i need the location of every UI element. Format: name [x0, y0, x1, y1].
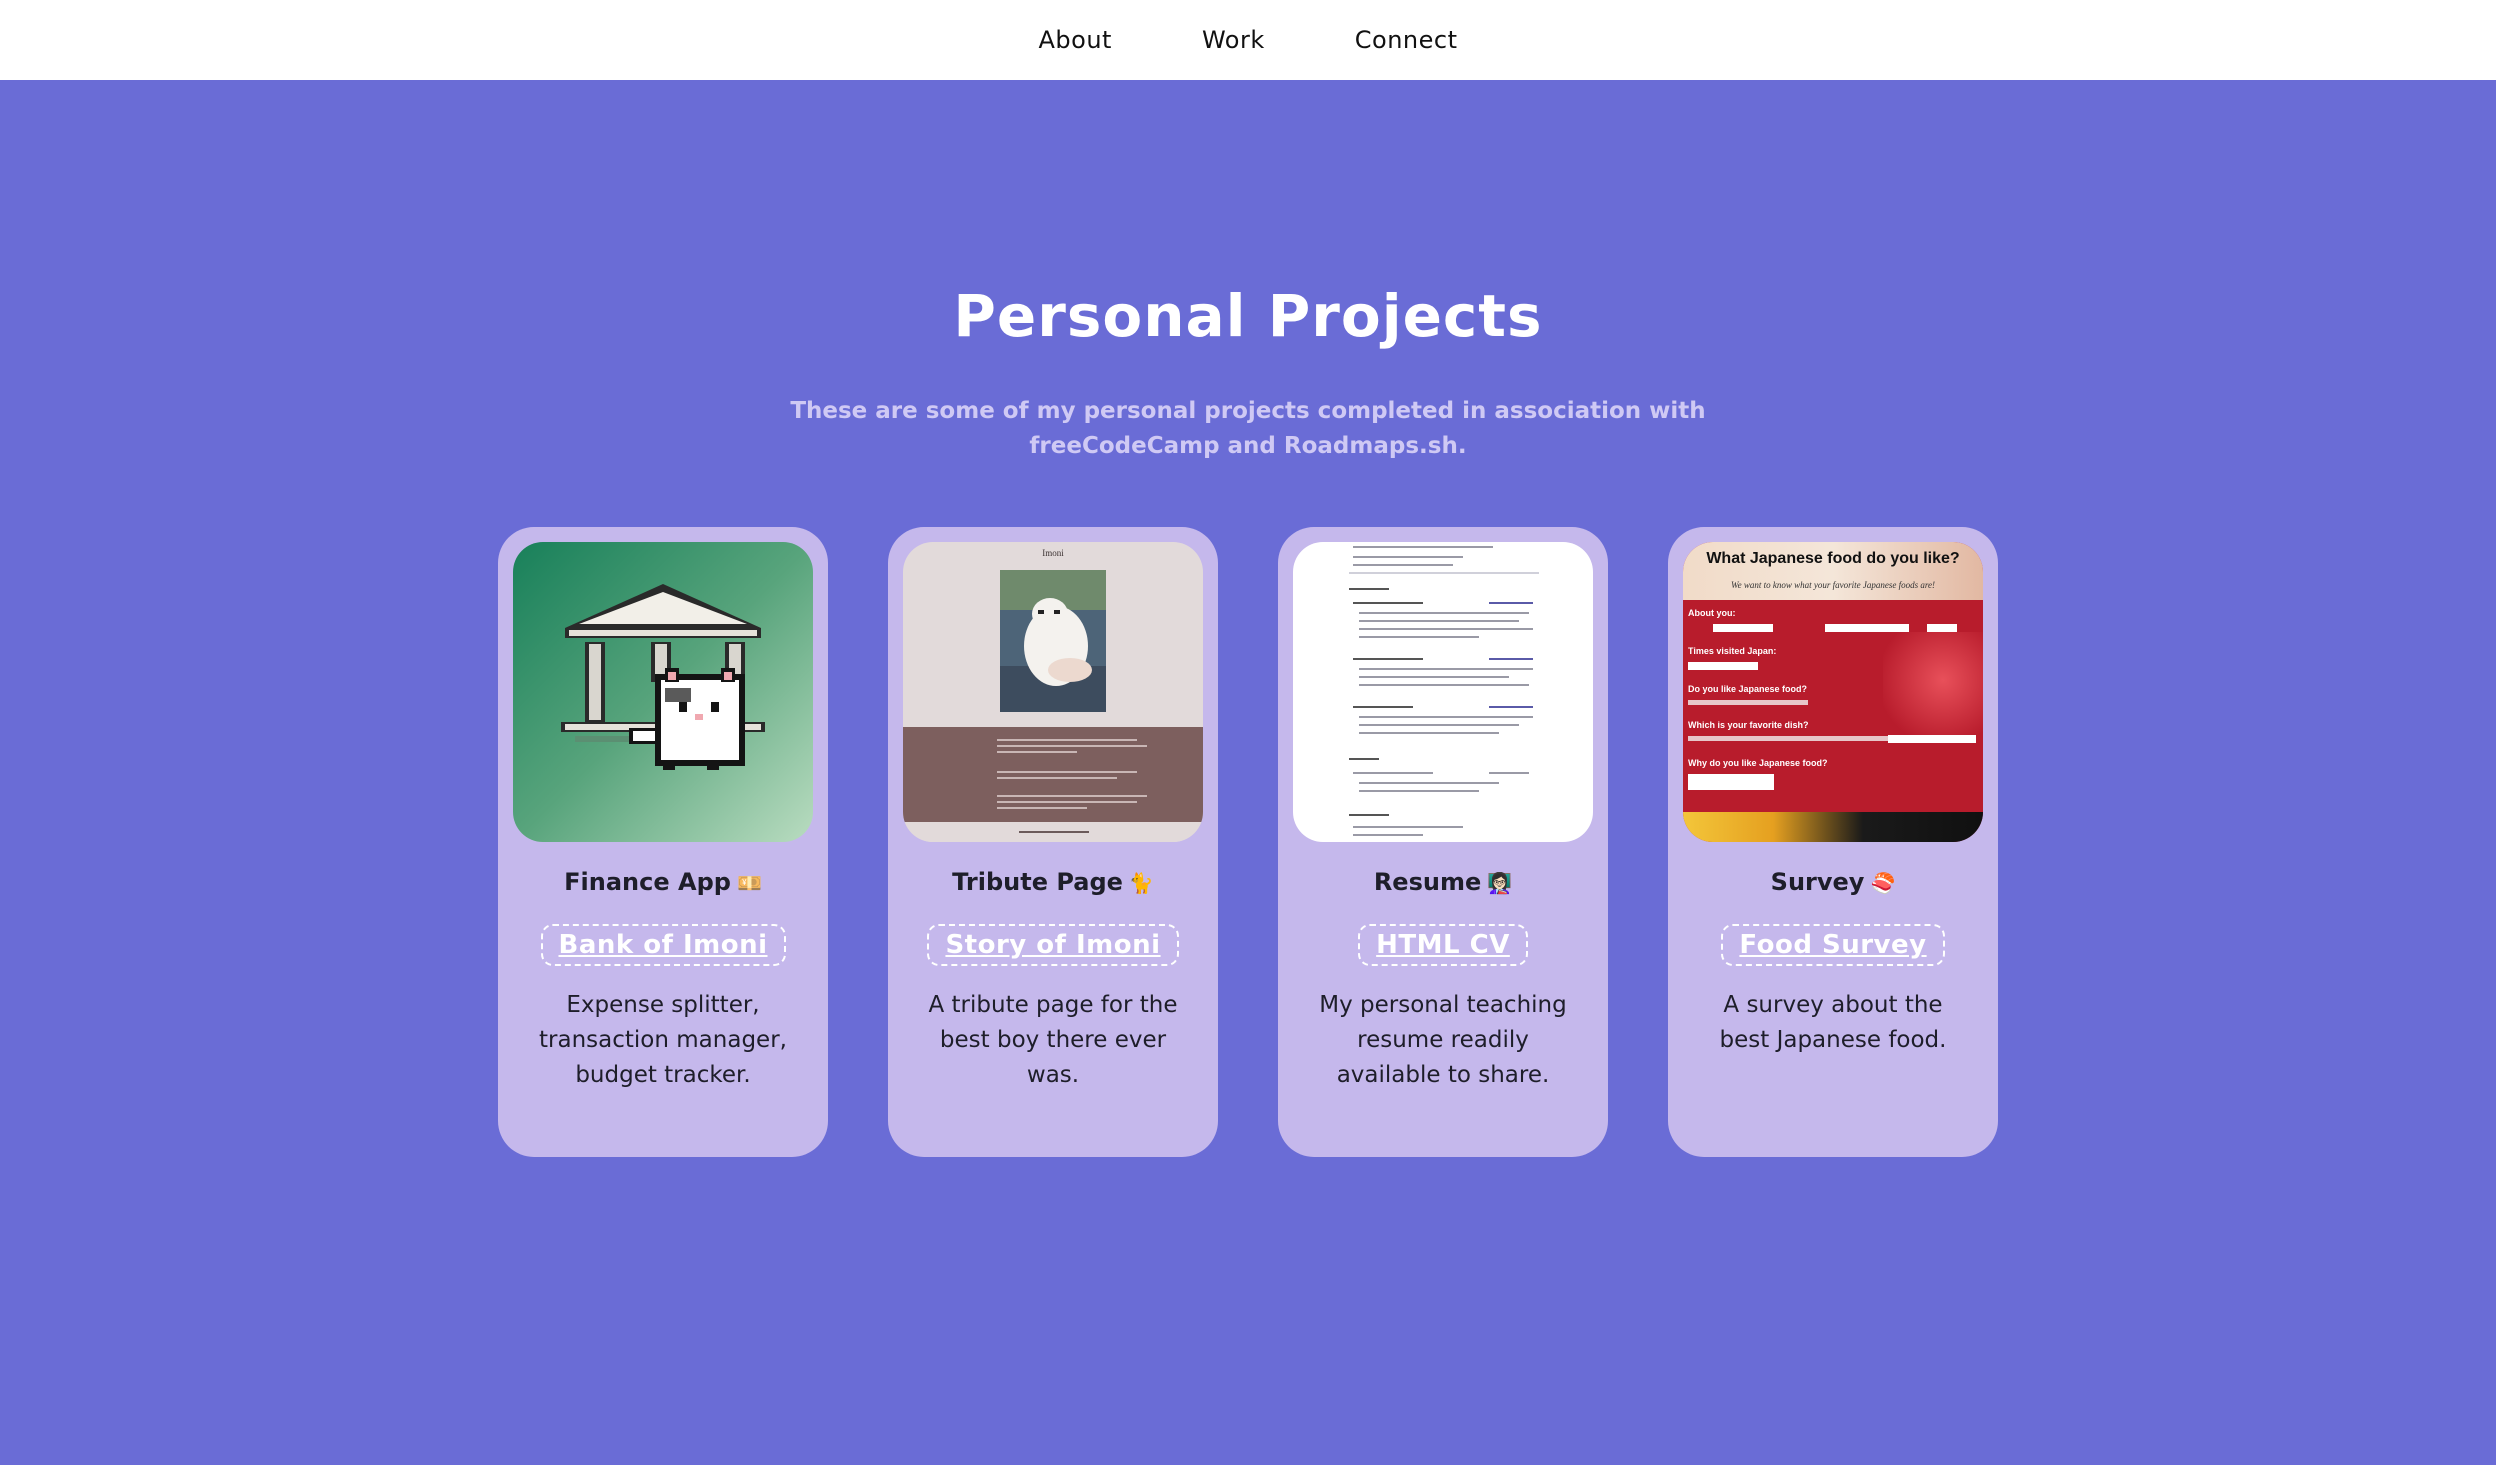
thumb-label: Times visited Japan: [1688, 646, 1777, 656]
section-subtitle: These are some of my personal projects c… [790, 398, 1706, 459]
tribute-timeline [903, 727, 1203, 822]
tribute-page-screenshot: Imoni [903, 542, 1203, 842]
thumb-label: Why do you like Japanese food? [1688, 758, 1828, 768]
project-card-tribute: Imoni Tribute Page 🐈 Story of Imoni A tr… [888, 527, 1218, 1157]
section-title: Personal Projects [953, 282, 1543, 350]
project-name-text: Resume [1373, 868, 1482, 896]
thumb-label: Do you like Japanese food? [1688, 684, 1808, 694]
cat-icon: 🐈 [1128, 871, 1154, 895]
sushi-icon: 🍣 [1870, 871, 1896, 895]
project-name: Resume 👩🏻‍🏫 [1293, 868, 1593, 896]
cat-photo [1000, 570, 1106, 712]
project-name: Tribute Page 🐈 [903, 868, 1203, 896]
thumb-subheading: We want to know what your favorite Japan… [1730, 580, 1936, 590]
project-link-html-cv[interactable]: HTML CV [1358, 924, 1528, 966]
nav-link-connect[interactable]: Connect [1355, 26, 1458, 54]
pixel-bank-cat-image [561, 584, 765, 770]
project-link-bank-of-imoni[interactable]: Bank of Imoni [540, 924, 786, 966]
project-name-text: Survey [1770, 868, 1865, 896]
pixel-bank-cat-icon [513, 542, 813, 842]
project-link-food-survey[interactable]: Food Survey [1721, 924, 1945, 966]
project-name: Finance App 💴 [513, 868, 813, 896]
project-card-finance: Finance App 💴 Bank of Imoni Expense split… [498, 527, 828, 1157]
project-name: Survey 🍣 [1683, 868, 1983, 896]
teacher-icon: 👩🏻‍🏫 [1487, 871, 1513, 895]
yen-banknote-icon: 💴 [736, 871, 762, 895]
project-description: A tribute page for the best boy there ev… [928, 992, 1178, 1088]
top-nav: About Work Connect [0, 0, 2496, 80]
nav-link-work[interactable]: Work [1202, 26, 1265, 54]
project-card-resume: Resume 👩🏻‍🏫 HTML CV My personal teaching … [1278, 527, 1608, 1157]
thumb-label: Which is your favorite dish? [1688, 720, 1809, 730]
project-description: Expense splitter, transaction manager, b… [539, 992, 787, 1088]
project-description: A survey about the best Japanese food. [1719, 992, 1947, 1053]
project-card-survey: What Japanese food do you like? We want … [1668, 527, 1998, 1157]
project-description: My personal teaching resume readily avai… [1319, 992, 1567, 1088]
survey-page-screenshot: What Japanese food do you like? We want … [1683, 542, 1983, 842]
project-name-text: Tribute Page [952, 868, 1123, 896]
thumb-heading: What Japanese food do you like? [1706, 550, 1960, 567]
project-name-text: Finance App [564, 868, 731, 896]
projects-grid: Finance App 💴 Bank of Imoni Expense split… [498, 527, 1998, 1157]
thumb-label: About you: [1688, 608, 1736, 618]
tribute-footer [903, 822, 1203, 842]
project-link-story-of-imoni[interactable]: Story of Imoni [927, 924, 1179, 966]
thumb-heading: Imoni [1042, 548, 1064, 558]
resume-page-screenshot [1293, 542, 1593, 842]
nav-link-about[interactable]: About [1039, 26, 1112, 54]
